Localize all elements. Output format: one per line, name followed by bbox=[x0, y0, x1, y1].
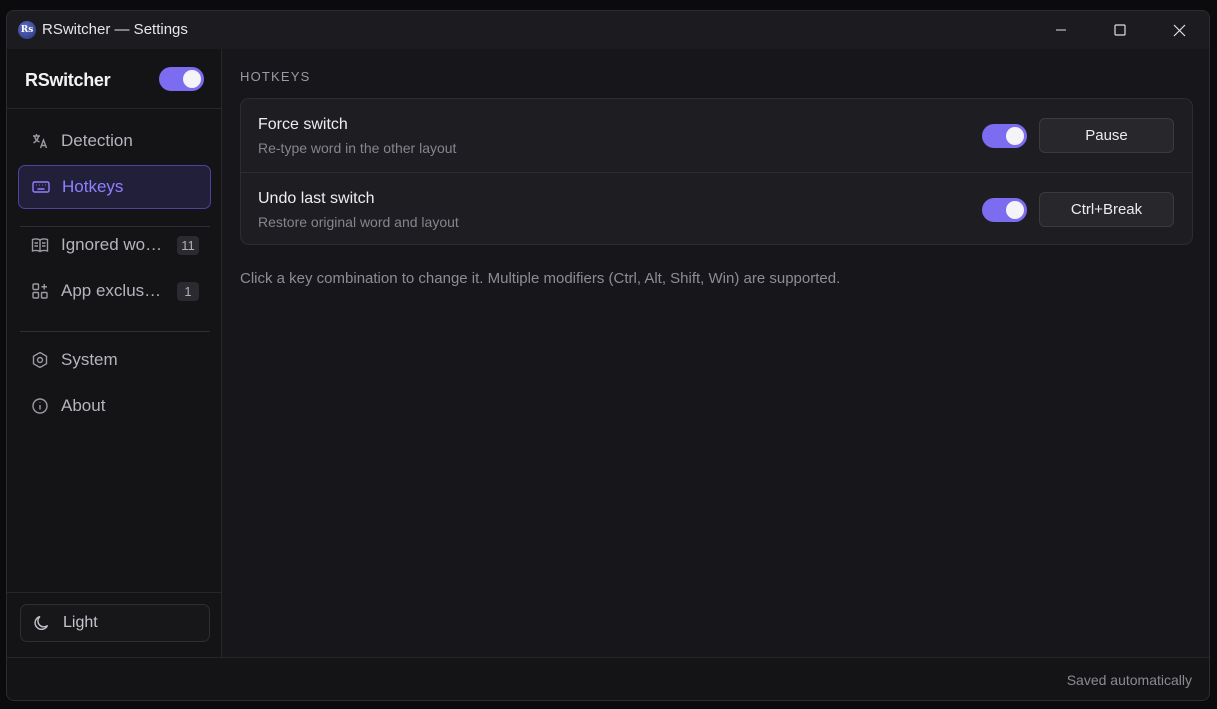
minimize-icon bbox=[1056, 29, 1066, 31]
sidebar-divider bbox=[7, 592, 222, 593]
sidebar-item-label: About bbox=[61, 396, 106, 415]
force-switch-toggle[interactable] bbox=[982, 124, 1027, 148]
undo-switch-toggle[interactable] bbox=[982, 198, 1027, 222]
sidebar-item-label: Detection bbox=[61, 131, 133, 150]
hexagon-gear-icon bbox=[31, 351, 49, 369]
settings-window: Rs RSwitcher — Settings RSwitcher Detect… bbox=[6, 10, 1210, 701]
app-enable-toggle[interactable] bbox=[159, 67, 204, 91]
count-badge: 11 bbox=[177, 236, 199, 255]
translate-icon bbox=[31, 132, 49, 150]
sidebar-item-detection[interactable]: Detection bbox=[18, 119, 211, 163]
undo-switch-key-button[interactable]: Ctrl+Break bbox=[1039, 192, 1174, 227]
hotkey-title: Undo last switch bbox=[258, 190, 375, 207]
brand-name: RSwitcher bbox=[25, 70, 111, 90]
sidebar-separator bbox=[20, 331, 210, 332]
apps-grid-icon bbox=[31, 282, 49, 300]
sidebar-item-about[interactable]: About bbox=[18, 384, 211, 428]
hotkey-row-force-switch: Force switch Re-type word in the other l… bbox=[241, 99, 1192, 172]
hotkey-description: Restore original word and layout bbox=[258, 214, 459, 230]
sidebar-item-system[interactable]: System bbox=[18, 338, 211, 382]
info-icon bbox=[31, 397, 49, 415]
sidebar-item-app-exclusions[interactable]: App exclusions 1 bbox=[18, 269, 211, 313]
main-panel: HOTKEYS Force switch Re-type word in the… bbox=[222, 49, 1209, 657]
section-title: HOTKEYS bbox=[240, 69, 311, 84]
sidebar-divider bbox=[7, 108, 222, 109]
hotkeys-hint: Click a key combination to change it. Mu… bbox=[240, 270, 841, 287]
theme-label: Light bbox=[63, 614, 98, 631]
sidebar-item-label: App exclusions bbox=[61, 281, 163, 300]
title-bar[interactable]: Rs RSwitcher — Settings bbox=[7, 11, 1209, 49]
force-switch-key-button[interactable]: Pause bbox=[1039, 118, 1174, 153]
sidebar-item-hotkeys[interactable]: Hotkeys bbox=[18, 165, 211, 209]
save-status: Saved automatically bbox=[1066, 672, 1192, 688]
close-icon bbox=[1173, 24, 1185, 36]
sidebar: RSwitcher Detection Hotkeys Ignored word… bbox=[7, 49, 222, 657]
maximize-button[interactable] bbox=[1091, 11, 1149, 49]
app-icon: Rs bbox=[18, 21, 36, 39]
minimize-button[interactable] bbox=[1032, 11, 1090, 49]
keyboard-icon bbox=[32, 178, 50, 196]
window-title: RSwitcher — Settings bbox=[42, 21, 188, 38]
sidebar-item-label: System bbox=[61, 350, 118, 369]
sidebar-item-label: Hotkeys bbox=[62, 177, 124, 196]
hotkeys-card: Force switch Re-type word in the other l… bbox=[240, 98, 1193, 245]
status-bar: Saved automatically bbox=[7, 657, 1209, 700]
close-button[interactable] bbox=[1150, 11, 1208, 49]
theme-toggle-button[interactable]: Light bbox=[20, 604, 210, 642]
count-badge: 1 bbox=[177, 282, 199, 301]
hotkey-title: Force switch bbox=[258, 116, 348, 133]
book-icon bbox=[31, 236, 49, 254]
maximize-icon bbox=[1114, 24, 1126, 36]
hotkey-description: Re-type word in the other layout bbox=[258, 140, 457, 156]
hotkey-row-undo-last-switch: Undo last switch Restore original word a… bbox=[241, 172, 1192, 245]
sidebar-item-ignored-words[interactable]: Ignored words 11 bbox=[18, 223, 211, 267]
moon-icon bbox=[33, 614, 51, 632]
sidebar-item-label: Ignored words bbox=[61, 235, 163, 254]
